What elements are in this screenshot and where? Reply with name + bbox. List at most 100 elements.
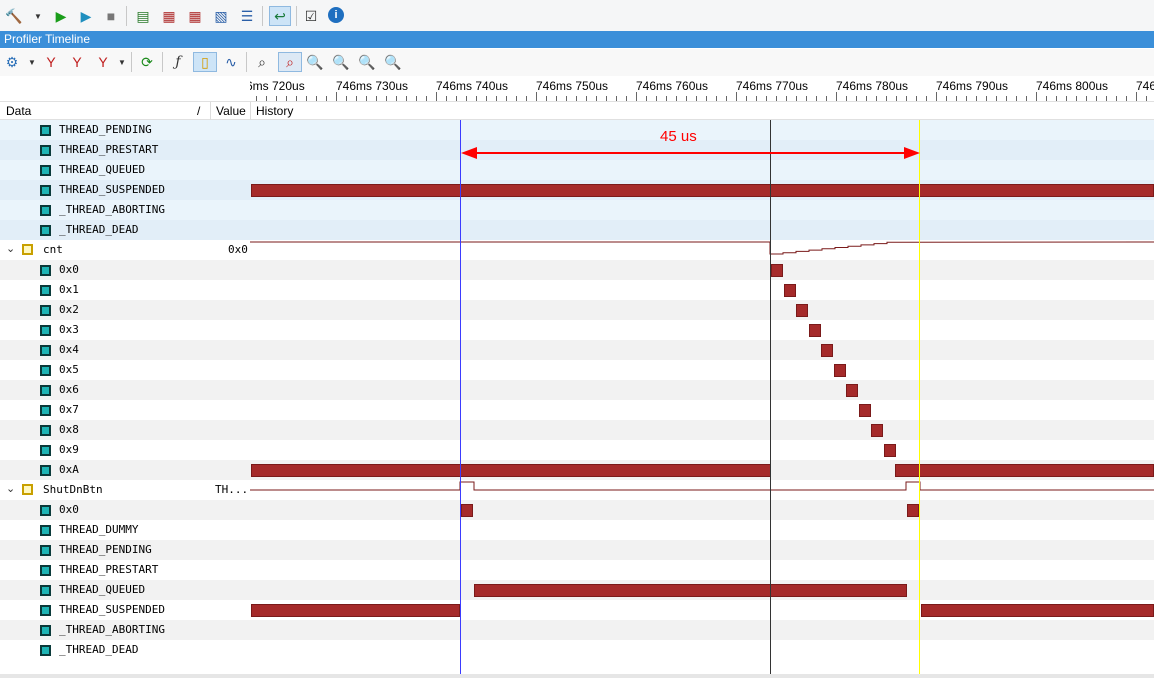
hammer-dropdown-icon[interactable]: ▼ (34, 12, 42, 21)
filter-icon[interactable]: Y (42, 53, 60, 71)
check-icon[interactable]: ☑ (302, 7, 320, 25)
wave-icon[interactable]: ∿ (222, 53, 240, 71)
find-icon[interactable]: ⌕ (253, 53, 271, 71)
filter-dropdown-icon[interactable]: ▼ (118, 58, 126, 67)
signal-name: _THREAD_ABORTING (59, 203, 165, 216)
main-toolbar: 🔨 ▼ ▶ ▶ ■ ▤ ▦ ▦ ▧ ☰ ↩ ☑ i (0, 0, 1154, 33)
cnt-summary-line (250, 241, 1154, 255)
state-icon (40, 205, 51, 216)
ruler-tick (1036, 92, 1037, 101)
compare-icon[interactable]: ▦ (186, 7, 204, 25)
info-icon[interactable]: i (328, 7, 344, 23)
hammer-icon[interactable]: 🔨 (5, 7, 23, 25)
signal-name: THREAD_QUEUED (59, 163, 146, 176)
cursor-start-line[interactable] (460, 120, 461, 674)
history-bar[interactable] (251, 184, 1154, 197)
zoom-reset-icon[interactable]: 🔍 (358, 53, 376, 71)
time-marker-line[interactable] (770, 120, 771, 674)
signal-row[interactable]: _THREAD_DEAD (0, 220, 1154, 240)
ruler-label: 746ms 800us (1036, 79, 1109, 93)
signal-name: _THREAD_ABORTING (59, 623, 165, 636)
refresh-icon[interactable]: ⟳ (138, 53, 156, 71)
state-icon (40, 445, 51, 456)
ruler-label: 746ms 730us (336, 79, 409, 93)
ruler-label: 746 (1136, 79, 1154, 93)
time-ruler[interactable]: 6ms 720us 746ms 730us 746ms 740us 746ms 750… (250, 76, 1154, 101)
signal-row[interactable]: THREAD_PENDING (0, 120, 1154, 140)
signal-name: THREAD_QUEUED (59, 583, 146, 596)
function-icon[interactable]: ƒ (169, 53, 187, 71)
step-icon[interactable]: ▶ (77, 7, 95, 25)
state-icon (40, 225, 51, 236)
signal-name: 0x4 (59, 343, 79, 356)
state-icon (40, 545, 51, 556)
run-icon[interactable]: ▶ (52, 7, 70, 25)
signal-name: 0x5 (59, 363, 79, 376)
ruler-tick (836, 92, 837, 101)
filter-remove-icon[interactable]: Y (94, 53, 112, 71)
ruler-label: 746ms 770us (736, 79, 809, 93)
export-icon[interactable]: ▧ (212, 7, 230, 25)
expand-chevron-icon[interactable]: ⌄ (6, 242, 15, 255)
timeline-icon[interactable]: ↩ (269, 6, 291, 26)
ruler-label: 746ms 790us (936, 79, 1009, 93)
list-icon[interactable]: ☰ (238, 7, 256, 25)
settings-dropdown-icon[interactable]: ▼ (28, 58, 36, 67)
ruler-label: 746ms 740us (436, 79, 509, 93)
toolbar-separator (262, 6, 263, 26)
bottom-scrollbar[interactable] (0, 674, 1154, 678)
ruler-label: 746ms 750us (536, 79, 609, 93)
state-icon (40, 405, 51, 416)
signal-value: TH... (215, 483, 249, 496)
signal-name: 0x9 (59, 443, 79, 456)
expand-chevron-icon[interactable]: ⌄ (6, 482, 15, 495)
panel-title: Profiler Timeline (0, 31, 1154, 48)
state-icon (40, 165, 51, 176)
signal-name: 0x2 (59, 303, 79, 316)
group-icon (22, 244, 33, 255)
fit-icon[interactable]: ▯ (193, 52, 217, 72)
signal-value: 0x0 (228, 243, 248, 256)
state-icon (40, 305, 51, 316)
toolbar-separator (131, 52, 132, 72)
state-icon (40, 625, 51, 636)
signal-name: THREAD_SUSPENDED (59, 183, 165, 196)
state-icon (40, 365, 51, 376)
signal-name: 0x0 (59, 503, 79, 516)
table-icon[interactable]: ▦ (160, 7, 178, 25)
state-icon (40, 425, 51, 436)
ruler-label: 746ms 760us (636, 79, 709, 93)
ruler-tick (536, 92, 537, 101)
toolbar-separator (162, 52, 163, 72)
toolbar-separator (246, 52, 247, 72)
state-icon (40, 265, 51, 276)
ruler-tick (436, 92, 437, 101)
signal-name: 0x3 (59, 323, 79, 336)
ruler-label: 6ms 720us (250, 79, 305, 93)
history-column-header[interactable]: History (256, 104, 293, 118)
signal-name: THREAD_SUSPENDED (59, 603, 165, 616)
signal-name: cnt (43, 243, 63, 256)
state-icon (40, 125, 51, 136)
data-column-header[interactable]: Data (6, 104, 31, 118)
ruler-tick (736, 92, 737, 101)
signal-name: THREAD_DUMMY (59, 523, 139, 536)
settings-icon[interactable]: ⚙ (3, 53, 21, 71)
filter-add-icon[interactable]: Y (68, 53, 86, 71)
zoom-in-icon[interactable]: 🔍 (306, 53, 324, 71)
signal-name: 0x7 (59, 403, 79, 416)
sort-indicator: / (197, 104, 201, 118)
value-column-header[interactable]: Value (216, 104, 246, 118)
find-next-icon[interactable]: ⌕ (278, 52, 302, 72)
zoom-fit-icon[interactable]: 🔍 (384, 53, 402, 71)
zoom-out-icon[interactable]: 🔍 (332, 53, 350, 71)
stop-icon[interactable]: ■ (102, 7, 120, 25)
signal-row[interactable]: _THREAD_ABORTING (0, 200, 1154, 220)
ruler-tick (336, 92, 337, 101)
state-icon (40, 345, 51, 356)
build-icon[interactable]: ▤ (134, 7, 152, 25)
signal-name: THREAD_PENDING (59, 123, 152, 136)
ruler-tick (636, 92, 637, 101)
cursor-end-line[interactable] (919, 120, 920, 674)
state-icon (40, 185, 51, 196)
